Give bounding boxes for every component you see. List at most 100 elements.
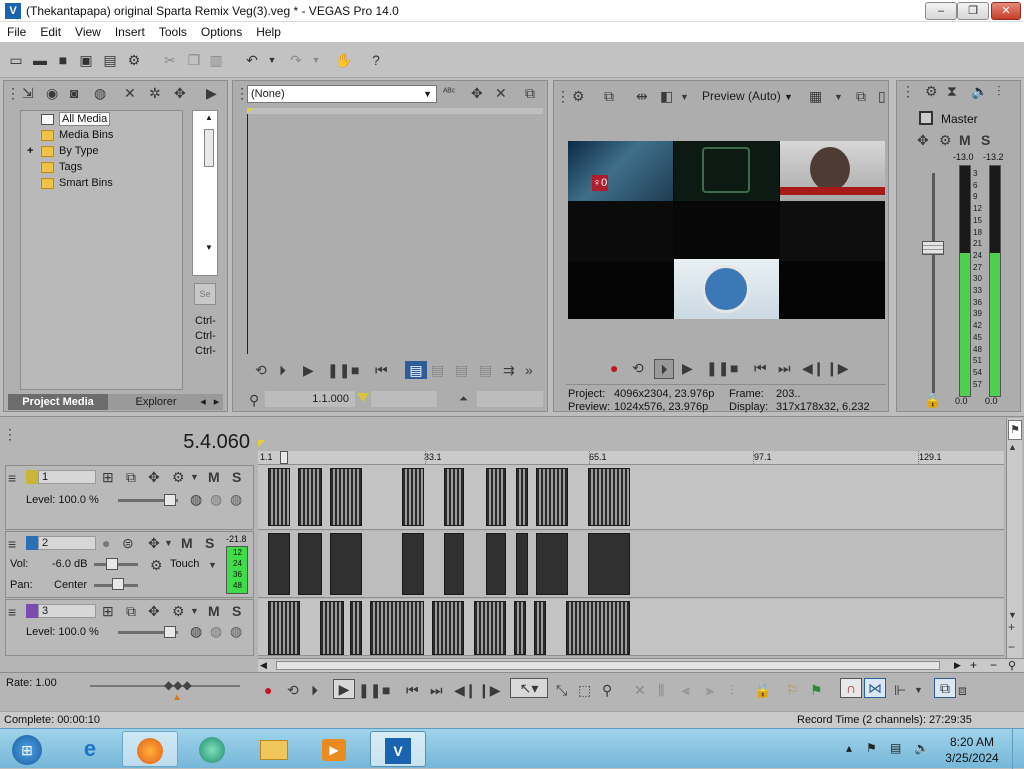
master-fader-track[interactable] [932,173,935,393]
master-fader-thumb[interactable] [922,241,944,255]
video-clip[interactable] [566,601,630,655]
lock-icon[interactable]: 🔒 [924,391,941,409]
play-icon[interactable]: ▶ [333,679,355,699]
next-frame-icon[interactable]: ❙▶ [826,359,849,377]
pause-icon[interactable]: ❚❚ [327,361,350,379]
tree-item-media-bins[interactable]: Media Bins [41,127,113,143]
video-clip[interactable] [474,601,506,655]
show-hidden-icons-icon[interactable]: ▴ [846,741,852,755]
trim-icon[interactable]: ⫼ [658,681,664,699]
chevron-down-icon[interactable]: ▼ [164,534,173,552]
audio-clip[interactable] [402,533,424,595]
track-mask-icon[interactable]: ◍ [210,490,222,508]
render-as-icon[interactable]: ▤ [100,50,120,70]
copy-icon[interactable]: ❐ [184,50,204,70]
audio-clip[interactable] [516,533,528,595]
video-clip[interactable] [486,468,506,526]
clock-date[interactable]: 3/25/2024 [940,751,1004,765]
tree-item-tags[interactable]: Tags [41,159,82,175]
track-parent-icon[interactable]: ◍ [230,622,242,640]
pause-icon[interactable]: ❚❚ [706,359,729,377]
track-3-level-thumb[interactable] [164,626,176,638]
trimmer-end-field[interactable] [477,391,543,407]
network-icon[interactable]: ▤ [890,741,901,755]
timeline-ruler[interactable]: 1.1 33.1 65.1 97.1 129.1 [258,451,1004,465]
trim-start-icon[interactable]: ⫷ [682,681,690,699]
insert-region-icon[interactable]: ⚑ [810,681,823,699]
paste-icon[interactable]: ▥ [206,50,226,70]
tree-expander-icon[interactable]: + [27,143,41,159]
play-from-start-icon[interactable]: ⏵ [311,681,318,699]
maximize-button[interactable]: ❐ [957,2,989,20]
go-to-start-icon[interactable]: ⏮ [406,681,419,699]
master-mute-button[interactable]: M [959,131,971,149]
trimmer-extra-icon[interactable]: ⇉ [503,361,515,379]
track-2-number[interactable]: 2 [38,536,96,550]
lock-icon[interactable]: 🔒 [754,681,771,699]
scroll-up-icon[interactable]: ▲ [1008,438,1017,456]
track-fx-icon[interactable]: ⧉ [126,468,136,486]
track-composite-icon[interactable]: ◍ [190,490,202,508]
video-clip[interactable] [432,601,464,655]
chevron-down-icon[interactable]: ▼ [914,681,923,699]
go-to-start-icon[interactable]: ⏮ [754,359,767,377]
audio-clip[interactable] [536,533,568,595]
track-gear-icon[interactable]: ⚙ [172,468,185,486]
minimize-button[interactable]: – [925,2,957,20]
menu-help[interactable]: Help [249,22,288,42]
track-2-mute-button[interactable]: M [181,534,193,552]
clock-time[interactable]: 8:20 AM [940,735,1004,749]
overlays-grid-icon[interactable]: ▦ [809,87,822,105]
rate-reset-icon[interactable]: ▲ [172,689,182,707]
add-before-cursor-icon[interactable]: ▤ [455,361,468,379]
save-snapshot-icon[interactable]: ▯ [878,87,886,105]
speaker-icon[interactable]: 🔈 [971,82,988,100]
split-screen-icon[interactable]: ⇹ [636,87,648,105]
redo-dropdown-icon[interactable]: ▼ [306,50,326,70]
track-3-number[interactable]: 3 [38,604,96,618]
track-3-solo-button[interactable]: S [232,602,241,620]
trimmer-sort-icon[interactable]: ᴬᴮᶜ [443,84,455,102]
tab-scroll-left-icon[interactable]: ◂ [196,394,210,410]
start-button-icon[interactable]: ⊞ [2,731,52,767]
search-button[interactable]: Se [194,283,216,305]
zoom-out-vertical-icon[interactable]: − [1008,638,1015,656]
track-mask-icon[interactable]: ◍ [210,622,222,640]
zoom-out-horizontal-icon[interactable]: − [990,658,997,672]
tree-item-by-type[interactable]: + By Type [27,143,99,159]
automation-gear-icon[interactable]: ⚙ [150,556,163,574]
preview-properties-gear-icon[interactable]: ⚙ [572,87,585,105]
whats-this-help-icon[interactable]: ? [366,50,386,70]
trimmer-expand-icon[interactable]: » [525,361,533,379]
zoom-tool-icon[interactable]: ⚲ [602,681,612,699]
ripple-edit-icon[interactable]: ⊩ [894,681,906,699]
track-2-lane[interactable] [258,531,1004,598]
video-clip[interactable] [320,601,344,655]
previous-frame-icon[interactable]: ◀❙ [454,681,477,699]
play-from-start-icon[interactable]: ⏵ [279,361,286,379]
track-parent-icon[interactable]: ◍ [230,490,242,508]
markers-icon[interactable]: ⚑ [1008,420,1022,440]
video-player-icon[interactable]: ▶ [306,731,362,767]
master-fx-icon[interactable]: ✥ [917,131,929,149]
trimmer-timecode[interactable]: 1.1.000 [265,391,355,407]
chevron-down-icon[interactable]: ▼ [208,556,217,574]
track-1-lane[interactable] [258,465,1004,530]
import-media-icon[interactable]: ⇲ [22,84,34,102]
timeline-vertical-scrollbar[interactable]: ⚑ ▲ ▼ + − [1006,418,1022,658]
envelope-tool-icon[interactable]: ⤡ [556,681,567,699]
firefox-icon[interactable] [122,731,178,767]
master-solo-button[interactable]: S [981,131,990,149]
track-2-header[interactable]: ≡ 2 ● ⊜ ✥ ▼ M S -21.8 12 24 36 48 Vol: -… [5,531,254,598]
auto-crossfades-icon[interactable]: ⋈ [864,678,886,698]
track-gear-icon[interactable]: ⚙ [172,602,185,620]
video-clip[interactable] [268,601,300,655]
mixer-routing-icon[interactable]: ⫶ [997,82,1001,100]
record-icon[interactable]: ● [264,681,272,699]
loop-icon[interactable]: ⟲ [255,361,267,379]
audio-clip[interactable] [268,533,290,595]
undo-dropdown-icon[interactable]: ▼ [262,50,282,70]
close-button[interactable]: ✕ [991,2,1021,20]
track-2-pan-thumb[interactable] [112,578,124,590]
expand-panel-icon[interactable]: ▶ [206,84,217,102]
